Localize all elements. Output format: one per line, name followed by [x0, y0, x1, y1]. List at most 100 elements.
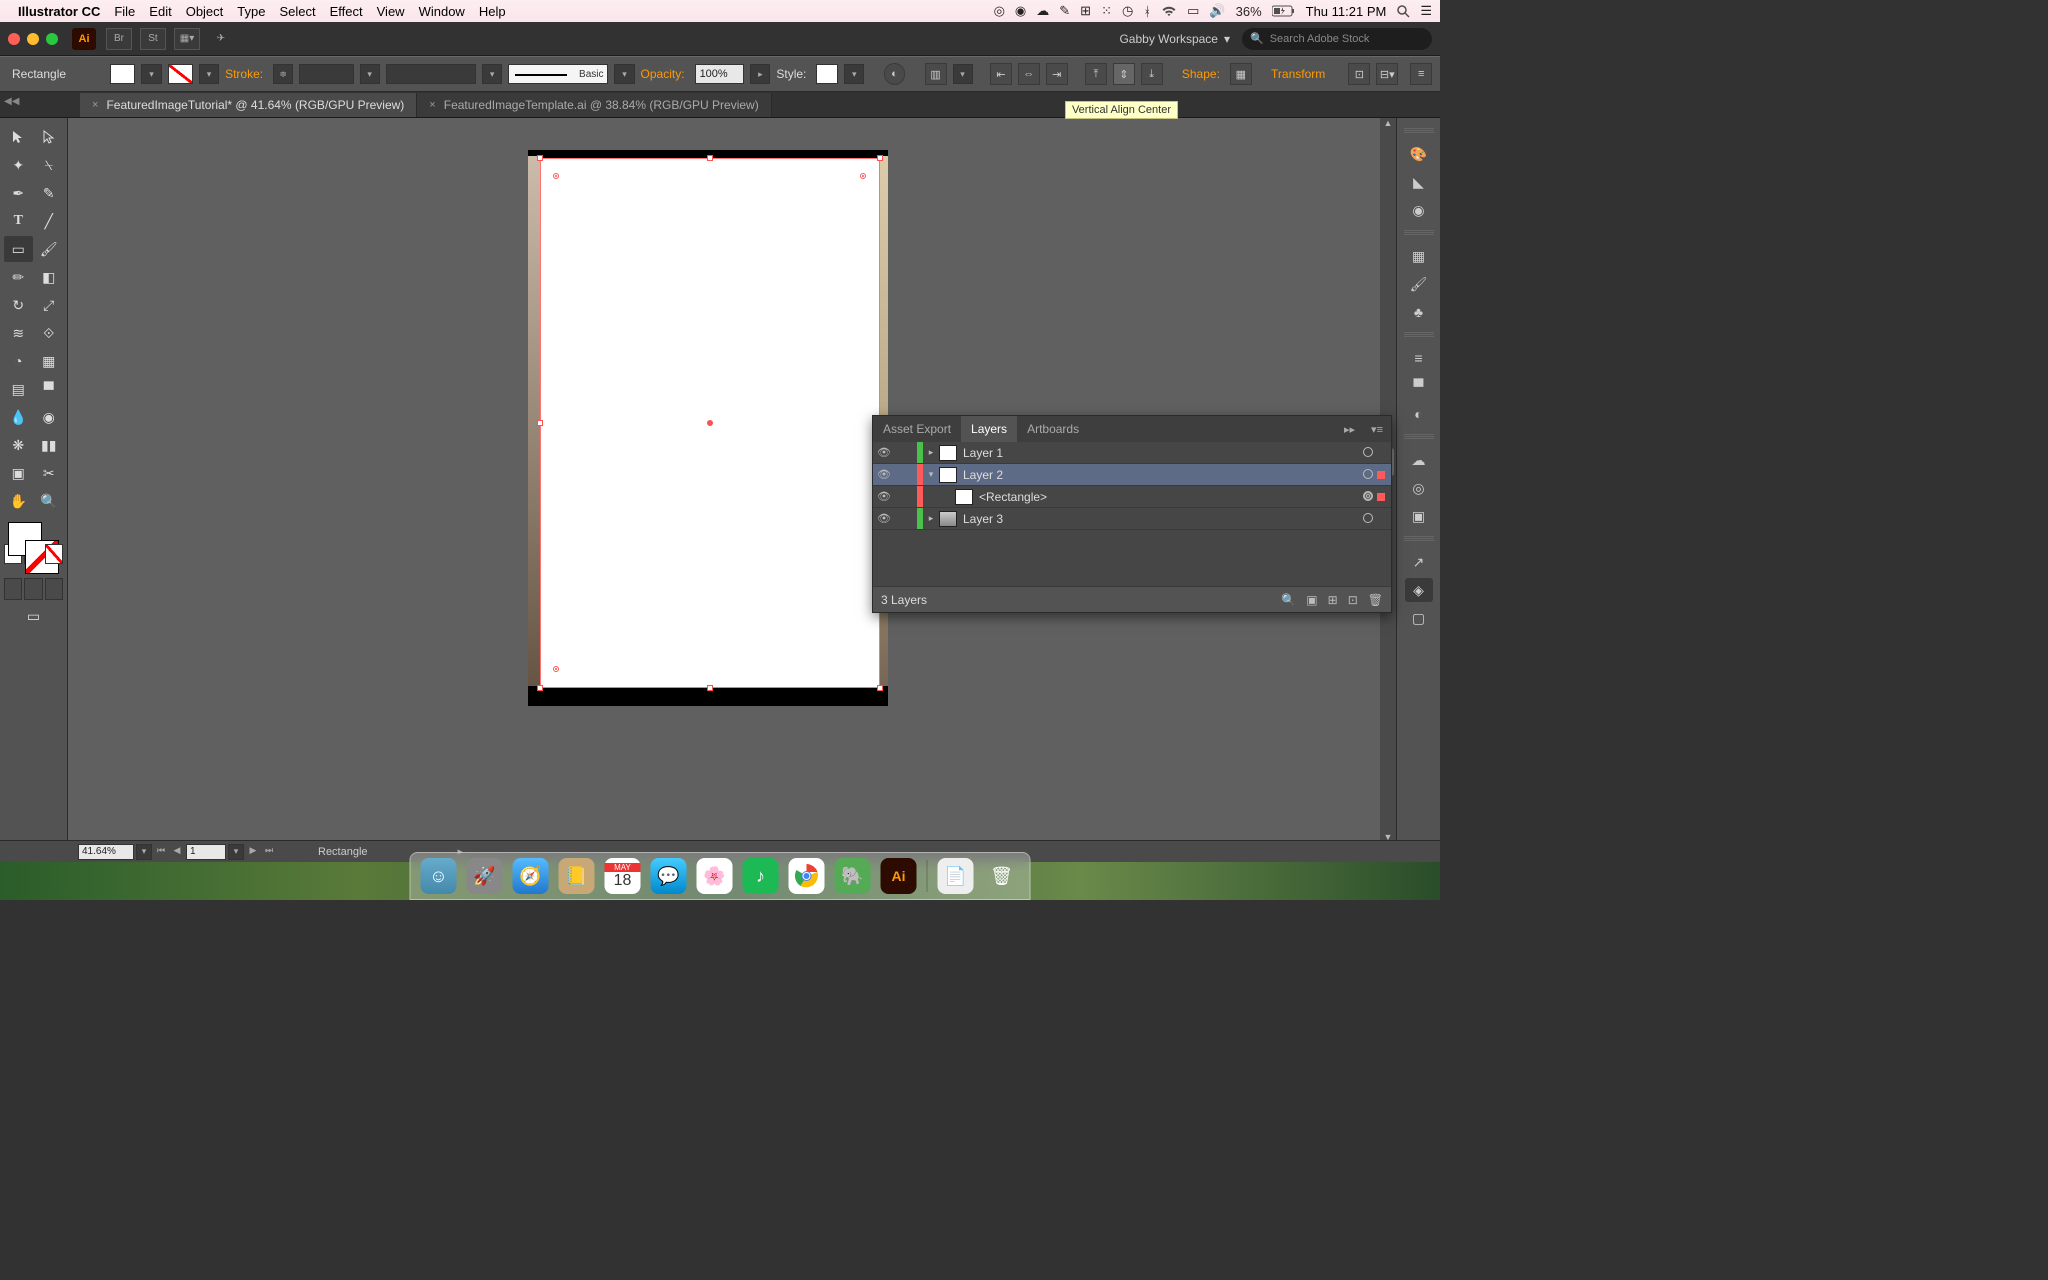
expand-toggle[interactable]: ▾ — [923, 469, 939, 480]
direct-selection-tool[interactable] — [35, 124, 64, 150]
artboard-dropdown[interactable]: ▾ — [228, 844, 244, 860]
delete-layer-icon[interactable]: 🗑 — [1368, 593, 1383, 607]
locate-object-icon[interactable]: 🔍 — [1281, 593, 1296, 607]
dropbox-icon[interactable]: ⊞ — [1080, 3, 1091, 19]
visibility-toggle[interactable]: 👁 — [873, 512, 895, 525]
handle-br[interactable] — [877, 685, 883, 691]
align-vcenter[interactable]: ⇕ — [1113, 63, 1135, 85]
isolate-object[interactable]: ⊡ — [1348, 63, 1370, 85]
expand-toggle[interactable]: ▸ — [923, 513, 939, 524]
stroke-swatch[interactable] — [168, 64, 193, 84]
draw-inside[interactable] — [45, 578, 63, 600]
finder-icon[interactable]: ☺ — [421, 858, 457, 894]
stock-button[interactable]: St — [140, 28, 166, 50]
slice-tool[interactable]: ✂ — [35, 460, 64, 486]
contacts-icon[interactable]: 📒 — [559, 858, 595, 894]
style-dropdown[interactable]: ▾ — [844, 64, 864, 84]
transparency-panel-icon[interactable]: ◐ — [1405, 402, 1433, 426]
close-window[interactable] — [8, 33, 20, 45]
new-sublayer-icon[interactable]: ⊞ — [1328, 593, 1338, 607]
visibility-toggle[interactable]: 👁 — [873, 468, 895, 481]
expand-toggle[interactable]: ▸ — [923, 447, 939, 458]
opacity-label[interactable]: Opacity: — [641, 67, 685, 81]
align-right[interactable]: ⇥ — [1046, 63, 1068, 85]
minimize-window[interactable] — [27, 33, 39, 45]
opacity-dropdown[interactable]: ▸ — [750, 64, 770, 84]
symbols-panel-icon[interactable]: ♣ — [1405, 300, 1433, 324]
zoom-dropdown[interactable]: ▾ — [136, 844, 152, 860]
panel-menu-icon[interactable]: ▾≡ — [1363, 423, 1391, 436]
spotlight-icon[interactable] — [1396, 4, 1410, 18]
expand-panels-left[interactable]: ◀◀ — [4, 96, 19, 107]
volume-icon[interactable]: 🔊 — [1209, 3, 1225, 19]
maximize-window[interactable] — [46, 33, 58, 45]
evernote-status-icon[interactable]: ✎ — [1059, 3, 1070, 19]
draw-normal[interactable] — [4, 578, 22, 600]
curvature-tool[interactable]: ✎ — [35, 180, 64, 206]
scroll-up-icon[interactable]: ▲ — [1380, 118, 1396, 132]
last-artboard[interactable]: ⏭ — [262, 845, 276, 859]
screen-mode-button[interactable]: ▭ — [4, 606, 63, 626]
dock-grip[interactable] — [1404, 128, 1434, 134]
eraser-tool[interactable]: ◧ — [35, 264, 64, 290]
graphic-styles-panel-icon[interactable]: ▣ — [1405, 504, 1433, 528]
shaper-tool[interactable]: ✏ — [4, 264, 33, 290]
line-tool[interactable]: ╱ — [35, 208, 64, 234]
handle-tr[interactable] — [877, 155, 883, 161]
stroke-weight-field[interactable] — [299, 64, 353, 84]
safari-status-icon[interactable]: ◉ — [1015, 3, 1026, 19]
cloud-icon[interactable]: ☁ — [1036, 3, 1049, 19]
width-tool[interactable]: ≋ — [4, 320, 33, 346]
fill-swatch[interactable] — [110, 64, 135, 84]
corner-widget-tl[interactable] — [553, 173, 559, 179]
profile-dropdown[interactable]: ▾ — [482, 64, 502, 84]
menu-object[interactable]: Object — [186, 4, 224, 19]
arrange-documents[interactable]: ▦▾ — [174, 28, 200, 50]
rectangle-tool[interactable]: ▭ — [4, 236, 33, 262]
graphic-style-swatch[interactable] — [816, 64, 838, 84]
handle-bc[interactable] — [707, 685, 713, 691]
handle-tc[interactable] — [707, 155, 713, 161]
timer-icon[interactable]: ◷ — [1122, 3, 1133, 19]
appearance-panel-icon[interactable]: ◎ — [1405, 476, 1433, 500]
visibility-toggle[interactable]: 👁 — [873, 446, 895, 459]
downloads-icon[interactable]: 📄 — [938, 858, 974, 894]
gradient-tool[interactable]: ▀ — [35, 376, 64, 402]
fill-dropdown[interactable]: ▾ — [141, 64, 161, 84]
layer-row[interactable]: 👁 ▸ Layer 1 — [873, 442, 1391, 464]
tab-asset-export[interactable]: Asset Export — [873, 416, 961, 442]
artboards-panel-icon[interactable]: ▢ — [1405, 606, 1433, 630]
clock[interactable]: Thu 11:21 PM — [1306, 4, 1387, 19]
new-layer-icon[interactable]: ⊡ — [1348, 593, 1358, 607]
launchpad-icon[interactable]: 🚀 — [467, 858, 503, 894]
corner-widget-bl[interactable] — [553, 666, 559, 672]
gpu-preview-button[interactable]: ✈ — [208, 28, 234, 50]
align-bottom[interactable]: ⤓ — [1141, 63, 1163, 85]
battery-icon[interactable] — [1272, 5, 1296, 17]
make-clipping-mask-icon[interactable]: ▣ — [1306, 593, 1317, 607]
column-graph-tool[interactable]: ▮▮ — [35, 432, 64, 458]
selection-tool[interactable] — [4, 124, 33, 150]
document-tab-1[interactable]: × FeaturedImageTutorial* @ 41.64% (RGB/G… — [80, 93, 417, 117]
stroke-panel-icon[interactable]: ≡ — [1405, 346, 1433, 370]
visibility-toggle[interactable]: 👁 — [873, 490, 895, 503]
align-left[interactable]: ⇤ — [990, 63, 1012, 85]
mesh-tool[interactable]: ▤ — [4, 376, 33, 402]
close-tab-icon[interactable]: × — [92, 99, 98, 111]
swatches-panel-icon[interactable]: ▦ — [1405, 244, 1433, 268]
menu-select[interactable]: Select — [279, 4, 315, 19]
safari-icon[interactable]: 🧭 — [513, 858, 549, 894]
symbol-sprayer-tool[interactable]: ❋ — [4, 432, 33, 458]
handle-tl[interactable] — [537, 155, 543, 161]
center-point[interactable] — [707, 420, 713, 426]
blend-tool[interactable]: ◉ — [35, 404, 64, 430]
wifi-icon[interactable] — [1161, 5, 1177, 17]
layer-name[interactable]: Layer 1 — [963, 446, 1359, 460]
rotate-tool[interactable]: ↻ — [4, 292, 33, 318]
artboard-tool[interactable]: ▣ — [4, 460, 33, 486]
tab-layers[interactable]: Layers — [961, 416, 1017, 442]
brush-definition[interactable]: Basic — [508, 64, 608, 84]
calendar-icon[interactable]: MAY 18 — [605, 858, 641, 894]
first-artboard[interactable]: ⏮ — [154, 845, 168, 859]
bridge-button[interactable]: Br — [106, 28, 132, 50]
